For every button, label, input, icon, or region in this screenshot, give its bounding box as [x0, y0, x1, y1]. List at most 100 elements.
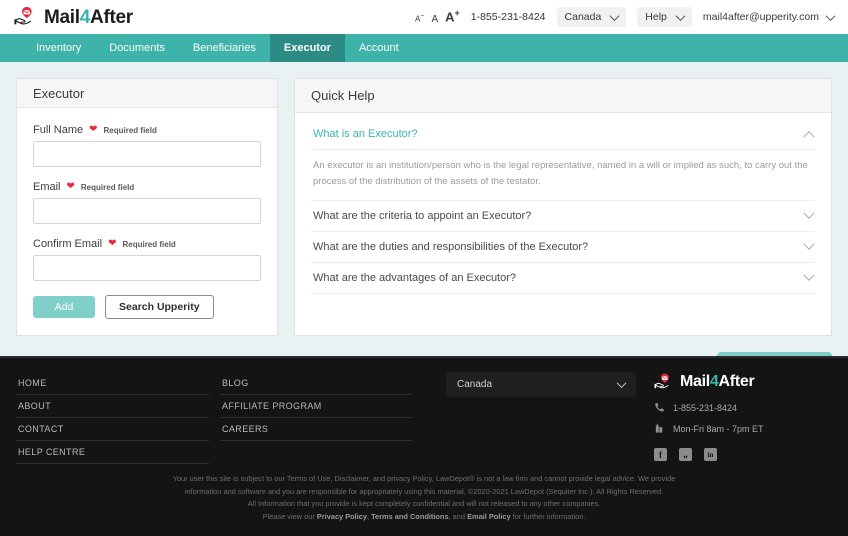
phone-icon [655, 403, 664, 412]
font-size-decrease-button[interactable]: A− [415, 13, 424, 24]
account-email: mail4after@upperity.com [702, 11, 819, 23]
accordion-question: What are the criteria to appoint an Exec… [313, 210, 532, 223]
country-selector-value: Canada [564, 11, 602, 23]
footer-brand-accent: 4 [709, 373, 719, 390]
nav-item-executor[interactable]: Executor [269, 34, 345, 62]
linkedin-icon[interactable]: in [704, 448, 717, 461]
footer-phone-row: 1-855-231-8424 [654, 402, 832, 413]
footer-columns: HOME ABOUT CONTACT HELP CENTRE BLOG AFFI… [0, 358, 848, 464]
chevron-down-icon [825, 10, 836, 21]
font-size-increase-button[interactable]: A+ [445, 9, 460, 24]
full-name-label: Full Name [33, 124, 84, 136]
quick-help-title: Quick Help [295, 79, 831, 113]
accordion-item-advantages: What are the advantages of an Executor? [311, 263, 815, 295]
executor-panel: Executor Full Name ❤ Required field Emai… [16, 78, 278, 336]
accordion-header[interactable]: What are the advantages of an Executor? [311, 263, 815, 293]
footer-link-affiliate-program[interactable]: AFFILIATE PROGRAM [220, 395, 413, 418]
nav-item-account[interactable]: Account [345, 34, 413, 62]
footer-brand-name: Mail4After [680, 373, 755, 390]
hand-holding-heart-envelope-icon [14, 5, 40, 29]
chevron-down-icon [616, 378, 627, 389]
footer-phone[interactable]: 1-855-231-8424 [673, 403, 737, 413]
brand-name: Mail4After [44, 8, 133, 27]
nav-item-beneficiaries[interactable]: Beneficiaries [179, 34, 270, 62]
nav-item-documents[interactable]: Documents [95, 34, 179, 62]
confirm-email-input[interactable] [33, 255, 261, 281]
footer-country-select[interactable]: Canada [446, 372, 636, 397]
confirm-email-label-row: Confirm Email ❤ Required field [33, 238, 261, 250]
footer-link-contact[interactable]: CONTACT [16, 418, 209, 441]
footer-link-about[interactable]: ABOUT [16, 395, 209, 418]
confirm-email-required-text: Required field [122, 239, 176, 249]
chevron-down-icon [609, 10, 620, 21]
footer-social-links: f ᴗ in [654, 448, 832, 461]
email-policy-link[interactable]: Email Policy [467, 512, 511, 521]
footer-country-value: Canada [457, 379, 493, 390]
footer-link-home[interactable]: HOME [16, 372, 209, 395]
twitter-icon[interactable]: ᴗ [679, 448, 692, 461]
facebook-icon[interactable]: f [654, 448, 667, 461]
footer-brand-logo[interactable]: Mail4After [654, 372, 832, 392]
confirm-email-label: Confirm Email [33, 238, 103, 250]
full-name-required-text: Required field [103, 125, 157, 135]
accordion-header[interactable]: What are the criteria to appoint an Exec… [311, 201, 815, 231]
footer-link-help-centre[interactable]: HELP CENTRE [16, 441, 209, 464]
footer-hours-row: Mon-Fri 8am - 7pm ET [654, 423, 832, 434]
email-required-text: Required field [80, 182, 135, 192]
header-phone[interactable]: 1-855-231-8424 [471, 11, 546, 23]
email-input[interactable] [33, 198, 261, 224]
brand-logo[interactable]: Mail4After [14, 5, 133, 29]
font-size-controls: A− A A+ [415, 9, 460, 24]
legal-line-3: All Information that you provide is kept… [247, 499, 601, 509]
country-selector[interactable]: Canada [556, 7, 627, 27]
legal-line-1: Your user this site is subject to our Te… [172, 474, 676, 483]
top-header: Mail4After A− A A+ 1-855-231-8424 Canada… [0, 0, 848, 34]
full-name-field-group: Full Name ❤ Required field [33, 124, 261, 167]
nav-item-inventory[interactable]: Inventory [22, 34, 95, 62]
legal-line-4: Please view our Privacy Policy, Terms an… [80, 511, 768, 524]
search-upperity-button[interactable]: Search Upperity [105, 295, 214, 319]
email-field-group: Email ❤ Required field [33, 181, 261, 224]
required-heart-icon: ❤ [66, 181, 75, 192]
executor-form: Full Name ❤ Required field Email ❤ Requi… [17, 108, 277, 335]
terms-and-conditions-link[interactable]: Terms and Conditions [371, 512, 448, 521]
footer-brand-part1: Mail [680, 373, 710, 390]
quick-help-accordion: What is an Executor? An executor is an i… [295, 113, 831, 300]
email-label-row: Email ❤ Required field [33, 181, 261, 193]
chevron-down-icon [675, 10, 686, 21]
full-name-label-row: Full Name ❤ Required field [33, 124, 261, 136]
footer-hours: Mon-Fri 8am - 7pm ET [673, 423, 764, 434]
main-navigation: Inventory Documents Beneficiaries Execut… [0, 34, 848, 62]
legal-line-4-pre: Please view our [262, 511, 317, 521]
office-hours-icon [655, 423, 663, 433]
accordion-item-duties: What are the duties and responsibilities… [311, 232, 815, 264]
accordion-header[interactable]: What is an Executor? [311, 119, 815, 149]
required-heart-icon: ❤ [89, 124, 98, 135]
footer-link-blog[interactable]: BLOG [220, 372, 413, 395]
chevron-down-icon [803, 238, 815, 251]
legal-line-2: information and software and you are res… [184, 486, 664, 496]
footer-brand-column: Mail4After 1-855-231-8424 Mon-Fri 8am - … [636, 372, 832, 464]
accordion-question: What is an Executor? [313, 128, 418, 140]
chevron-down-icon [803, 269, 815, 282]
privacy-policy-link[interactable]: Privacy Policy [317, 512, 367, 521]
header-controls: A− A A+ 1-855-231-8424 Canada Help mail4… [415, 7, 836, 27]
full-name-input[interactable] [33, 141, 261, 167]
font-size-reset-button[interactable]: A [431, 14, 438, 25]
brand-name-part1: Mail [44, 6, 80, 28]
legal-line-4-post: for further information. [510, 511, 586, 521]
footer-link-careers[interactable]: CAREERS [220, 418, 413, 441]
accordion-item-what-is-an-executor: What is an Executor? An executor is an i… [311, 119, 815, 202]
footer-links-column-2: BLOG AFFILIATE PROGRAM CAREERS [220, 372, 424, 464]
account-menu[interactable]: mail4after@upperity.com [702, 10, 836, 23]
legal-sep-2: , and [448, 511, 468, 521]
accordion-header[interactable]: What are the duties and responsibilities… [311, 232, 815, 262]
main-content: Executor Full Name ❤ Required field Emai… [0, 62, 848, 352]
help-menu-label: Help [645, 11, 667, 23]
accordion-item-criteria: What are the criteria to appoint an Exec… [311, 201, 815, 233]
accordion-answer: An executor is an institution/person who… [311, 149, 815, 200]
add-button[interactable]: Add [33, 296, 95, 318]
executor-form-actions: Add Search Upperity [33, 295, 261, 319]
hand-holding-heart-envelope-icon [654, 372, 676, 392]
help-menu[interactable]: Help [637, 7, 692, 27]
